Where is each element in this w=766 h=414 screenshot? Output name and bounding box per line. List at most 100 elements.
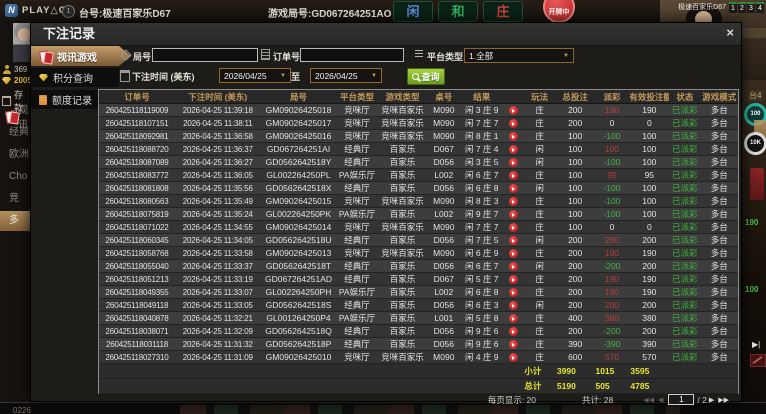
- result-play-icon[interactable]: [509, 301, 518, 310]
- cell-payout: 95: [594, 169, 629, 182]
- result-play-icon[interactable]: [509, 249, 518, 258]
- cell-play: 庄: [523, 117, 556, 130]
- table-row[interactable]: 2604251180408782026-04-25 11:32:21GL0012…: [99, 312, 738, 325]
- result-play-icon[interactable]: [509, 275, 518, 284]
- result-play-icon[interactable]: [509, 132, 518, 141]
- result-play-icon[interactable]: [509, 327, 518, 336]
- bet-records-modal: 下注记录 × 视讯游戏积分查询额度记录 局号 订单号 平台类型 1.全部 ▼ 下…: [30, 22, 742, 402]
- table-row[interactable]: 2604251181190092026-04-25 11:39:18GM0902…: [99, 104, 738, 117]
- order-input[interactable]: [300, 48, 404, 62]
- result-play-icon[interactable]: [509, 197, 518, 206]
- cell-order: 260425118088720: [99, 143, 175, 156]
- cell-time: 2026-04-25 11:32:21: [175, 312, 261, 325]
- modal-footer: 每页显示: 20 共计: 28 ◀◀ ◀ 1 / 2 ▶ ▶▶: [98, 394, 739, 405]
- table-row[interactable]: 2604251180550402026-04-25 11:33:37GD0562…: [99, 260, 738, 273]
- result-play-icon[interactable]: [509, 119, 518, 128]
- cell-table: L002: [428, 286, 461, 299]
- bet-button-和[interactable]: 和: [438, 1, 478, 22]
- table-row[interactable]: 2604251180818082026-04-25 11:35:56GD0562…: [99, 182, 738, 195]
- table-row[interactable]: 2604251180870892026-04-25 11:36:27GD0562…: [99, 156, 738, 169]
- result-play-icon[interactable]: [509, 340, 518, 349]
- cell-mode: 多台: [701, 143, 738, 156]
- lobby-menu-item[interactable]: 经典: [0, 123, 30, 143]
- bet-button-闲[interactable]: 闲: [393, 1, 433, 22]
- page-input[interactable]: 1: [668, 394, 694, 405]
- cell-ricon: [503, 325, 523, 338]
- cell-result: 闲 4 庄 9: [460, 351, 503, 364]
- last-page-icon[interactable]: ▶▶: [718, 396, 729, 404]
- first-page-icon[interactable]: ◀◀: [643, 396, 654, 404]
- table-row[interactable]: 2604251180493552026-04-25 11:33:07GL0022…: [99, 286, 738, 299]
- subtotal-valid: 3595: [629, 364, 669, 379]
- cell-time: 2026-04-25 11:36:37: [175, 143, 261, 156]
- chip-10k[interactable]: 10K: [744, 132, 766, 155]
- round-input[interactable]: [152, 48, 258, 62]
- cell-payout: 190: [594, 273, 629, 286]
- play-control-icon[interactable]: ▶|: [752, 340, 760, 349]
- result-play-icon[interactable]: [509, 353, 518, 362]
- table-row[interactable]: 2604251180887202026-04-25 11:36:37GD0672…: [99, 143, 738, 156]
- app-root: N PLAY△CE 1 台号:极速百家乐D67 游戏局号:GD067264251…: [0, 0, 766, 414]
- chevron-down-icon: ▼: [280, 73, 286, 79]
- result-play-icon[interactable]: [509, 262, 518, 271]
- result-play-icon[interactable]: [509, 236, 518, 245]
- result-play-icon[interactable]: [509, 145, 518, 154]
- result-play-icon[interactable]: [509, 106, 518, 115]
- lobby-menu-item[interactable]: Cho: [0, 167, 30, 187]
- result-play-icon[interactable]: [509, 171, 518, 180]
- cell-valid: 570: [629, 351, 669, 364]
- date-from-select[interactable]: 2026/04/25 ▼: [219, 68, 291, 83]
- platform-filter-label: 平台类型: [427, 50, 463, 63]
- next-page-icon[interactable]: ▶: [709, 396, 714, 404]
- table-row[interactable]: 2604251180587682026-04-25 11:33:58GM0902…: [99, 247, 738, 260]
- cell-bet: 100: [556, 143, 595, 156]
- close-icon[interactable]: ×: [726, 25, 734, 40]
- lobby-menu-item[interactable]: 多: [0, 211, 30, 231]
- cell-result: 闲 5 庄 8: [460, 312, 503, 325]
- table-row[interactable]: 2604251180512132026-04-25 11:33:19GD0672…: [99, 273, 738, 286]
- lobby-menu-item[interactable]: 竞: [0, 189, 30, 209]
- table-row[interactable]: 2604251181071512026-04-25 11:38:11GM0902…: [99, 117, 738, 130]
- platform-select[interactable]: 1.全部 ▼: [464, 48, 574, 63]
- table-row[interactable]: 2604251180273102026-04-25 11:31:09GM0902…: [99, 351, 738, 364]
- cell-mode: 多台: [701, 169, 738, 182]
- date-to-select[interactable]: 2026/04/25 ▼: [310, 68, 382, 83]
- table-row[interactable]: 2604251180491182026-04-25 11:33:05GD0562…: [99, 299, 738, 312]
- seat-number: 4: [756, 2, 764, 13]
- result-play-icon[interactable]: [509, 210, 518, 219]
- result-play-icon[interactable]: [509, 223, 518, 232]
- table-row[interactable]: 2604251180380712026-04-25 11:32:09GD0562…: [99, 325, 738, 338]
- cell-platform: PA娱乐厅: [337, 312, 378, 325]
- cell-bet: 100: [556, 221, 595, 234]
- table-row[interactable]: 2604251180311182026-04-25 11:31:32GD0562…: [99, 338, 738, 351]
- search-button[interactable]: 查询: [407, 68, 445, 85]
- tab-积分查询[interactable]: 积分查询: [31, 68, 119, 88]
- cell-valid: 95: [629, 169, 669, 182]
- result-play-icon[interactable]: [509, 288, 518, 297]
- table-row[interactable]: 2604251180603452026-04-25 11:34:05GD0562…: [99, 234, 738, 247]
- table-row[interactable]: 2604251180758192026-04-25 11:35:24GL0022…: [99, 208, 738, 221]
- lobby-menu-item[interactable]: 欧洲: [0, 145, 30, 165]
- table-row[interactable]: 2604251180710222026-04-25 11:34:55GM0902…: [99, 221, 738, 234]
- cell-bet: 200: [556, 234, 595, 247]
- tab-视讯游戏[interactable]: 视讯游戏: [31, 46, 131, 66]
- result-play-icon[interactable]: [509, 314, 518, 323]
- cell-table: D056: [428, 156, 461, 169]
- table-row[interactable]: 2604251180805632026-04-25 11:35:49GM0902…: [99, 195, 738, 208]
- result-play-icon[interactable]: [509, 158, 518, 167]
- column-header: 桌号: [428, 90, 461, 104]
- notification-badge: 1: [62, 5, 75, 18]
- chevron-down-icon: ▼: [371, 73, 377, 79]
- cell-round: GL001264250P4: [261, 312, 337, 325]
- result-play-icon[interactable]: [509, 184, 518, 193]
- column-header: 下注时间 (美东): [175, 90, 261, 104]
- cell-table: M090: [428, 351, 461, 364]
- cell-ricon: [503, 221, 523, 234]
- prev-page-icon[interactable]: ◀: [658, 396, 663, 404]
- bet-button-庄[interactable]: 庄: [483, 1, 523, 22]
- cell-round: GM09026425018: [261, 104, 337, 117]
- cell-round: GD0562642518Q: [261, 325, 337, 338]
- cell-order: 260425118055040: [99, 260, 175, 273]
- table-row[interactable]: 2604251180929812026-04-25 11:36:58GM0902…: [99, 130, 738, 143]
- table-row[interactable]: 2604251180837722026-04-25 11:36:05GL0022…: [99, 169, 738, 182]
